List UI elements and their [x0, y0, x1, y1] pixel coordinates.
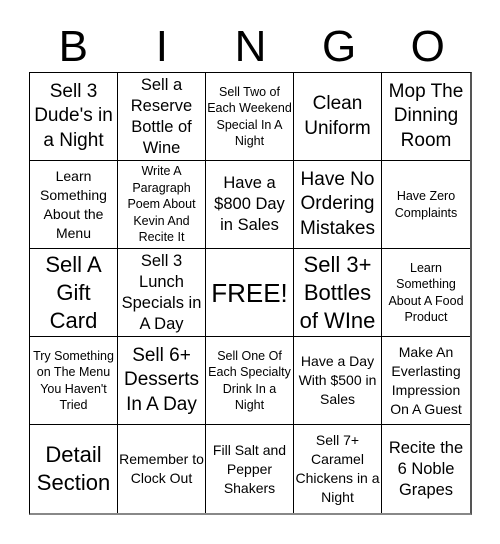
cell-text: Sell One Of Each Specialty Drink In a Ni…	[208, 348, 291, 413]
header-letter-n: N	[234, 22, 267, 71]
bingo-cell[interactable]: Have Zero Complaints	[382, 161, 470, 249]
bingo-cell[interactable]: Try Something on The Menu You Haven't Tr…	[30, 337, 118, 425]
bingo-cell[interactable]: Detail Section	[30, 425, 118, 513]
bingo-cell[interactable]: Have a Day With $500 in Sales	[294, 337, 382, 425]
bingo-cell[interactable]: Sell a Reserve Bottle of Wine	[118, 73, 206, 161]
cell-text: Sell Two of Each Weekend Special In A Ni…	[207, 84, 292, 149]
bingo-cell[interactable]: Remember to Clock Out	[118, 425, 206, 513]
bingo-cell[interactable]: Have a $800 Day in Sales	[206, 161, 294, 249]
cell-text: Clean Uniform	[304, 93, 371, 139]
bingo-cell[interactable]: Sell 6+ Desserts In A Day	[118, 337, 206, 425]
cell-text: Have a $800 Day in Sales	[214, 174, 285, 234]
bingo-cell[interactable]: Learn Something About the Menu	[30, 161, 118, 249]
cell-text: Sell 3 Lunch Specials in A Day	[121, 251, 202, 333]
bingo-cell[interactable]: Sell A Gift Card	[30, 249, 118, 337]
header-letter-o: O	[410, 22, 445, 71]
cell-text: Recite the 6 Noble Grapes	[388, 438, 464, 499]
cell-text: Make An Everlasting Impression On A Gues…	[390, 343, 462, 417]
cell-text: Remember to Clock Out	[119, 451, 204, 486]
cell-text: Have No Ordering Mistakes	[300, 168, 375, 239]
bingo-header: B I N G O	[29, 22, 472, 72]
cell-text: Sell 3+ Bottles of WIne	[299, 251, 376, 333]
cell-text: Fill Salt and Pepper Shakers	[212, 441, 287, 496]
cell-text: Sell A Gift Card	[45, 251, 102, 333]
bingo-cell[interactable]: Sell 3+ Bottles of WIne	[294, 249, 382, 337]
bingo-cell[interactable]: Fill Salt and Pepper Shakers	[206, 425, 294, 513]
bingo-cell[interactable]: Learn Something About A Food Product	[382, 249, 470, 337]
cell-text: Have a Day With $500 in Sales	[298, 353, 377, 407]
cell-text: Mop The Dinning Room	[388, 80, 464, 151]
header-letter-i: I	[155, 22, 168, 71]
bingo-board: Sell 3 Dude's in a Night Sell a Reserve …	[29, 72, 472, 515]
bingo-cell[interactable]: Sell 3 Dude's in a Night	[30, 73, 118, 161]
header-letter-b: B	[58, 22, 88, 71]
cell-text: Sell 3 Dude's in a Night	[34, 80, 113, 151]
bingo-cell[interactable]: Sell 7+ Caramel Chickens in a Night	[294, 425, 382, 513]
cell-text: Have Zero Complaints	[394, 189, 458, 220]
bingo-cell[interactable]: Make An Everlasting Impression On A Gues…	[382, 337, 470, 425]
free-space-cell[interactable]: FREE!	[206, 249, 294, 337]
cell-text: Write A Paragraph Poem About Kevin And R…	[127, 164, 196, 245]
bingo-cell[interactable]: Sell Two of Each Weekend Special In A Ni…	[206, 73, 294, 161]
cell-text: Sell 7+ Caramel Chickens in a Night	[295, 432, 380, 505]
bingo-cell[interactable]: Have No Ordering Mistakes	[294, 161, 382, 249]
cell-text: Sell a Reserve Bottle of Wine	[130, 75, 193, 157]
bingo-cell[interactable]: Sell 3 Lunch Specials in A Day	[118, 249, 206, 337]
header-letter-g: G	[321, 22, 357, 71]
bingo-cell[interactable]: Write A Paragraph Poem About Kevin And R…	[118, 161, 206, 249]
bingo-cell[interactable]: Sell One Of Each Specialty Drink In a Ni…	[206, 337, 294, 425]
cell-text: Learn Something About the Menu	[40, 167, 107, 241]
bingo-cell[interactable]: Clean Uniform	[294, 73, 382, 161]
cell-text: Sell 6+ Desserts In A Day	[124, 344, 199, 415]
bingo-cell[interactable]: Recite the 6 Noble Grapes	[382, 425, 470, 513]
bingo-cell[interactable]: Mop The Dinning Room	[382, 73, 470, 161]
cell-text: FREE!	[211, 277, 288, 308]
cell-text: Learn Something About A Food Product	[388, 260, 464, 325]
cell-text: Detail Section	[36, 442, 111, 495]
cell-text: Try Something on The Menu You Haven't Tr…	[33, 348, 114, 413]
